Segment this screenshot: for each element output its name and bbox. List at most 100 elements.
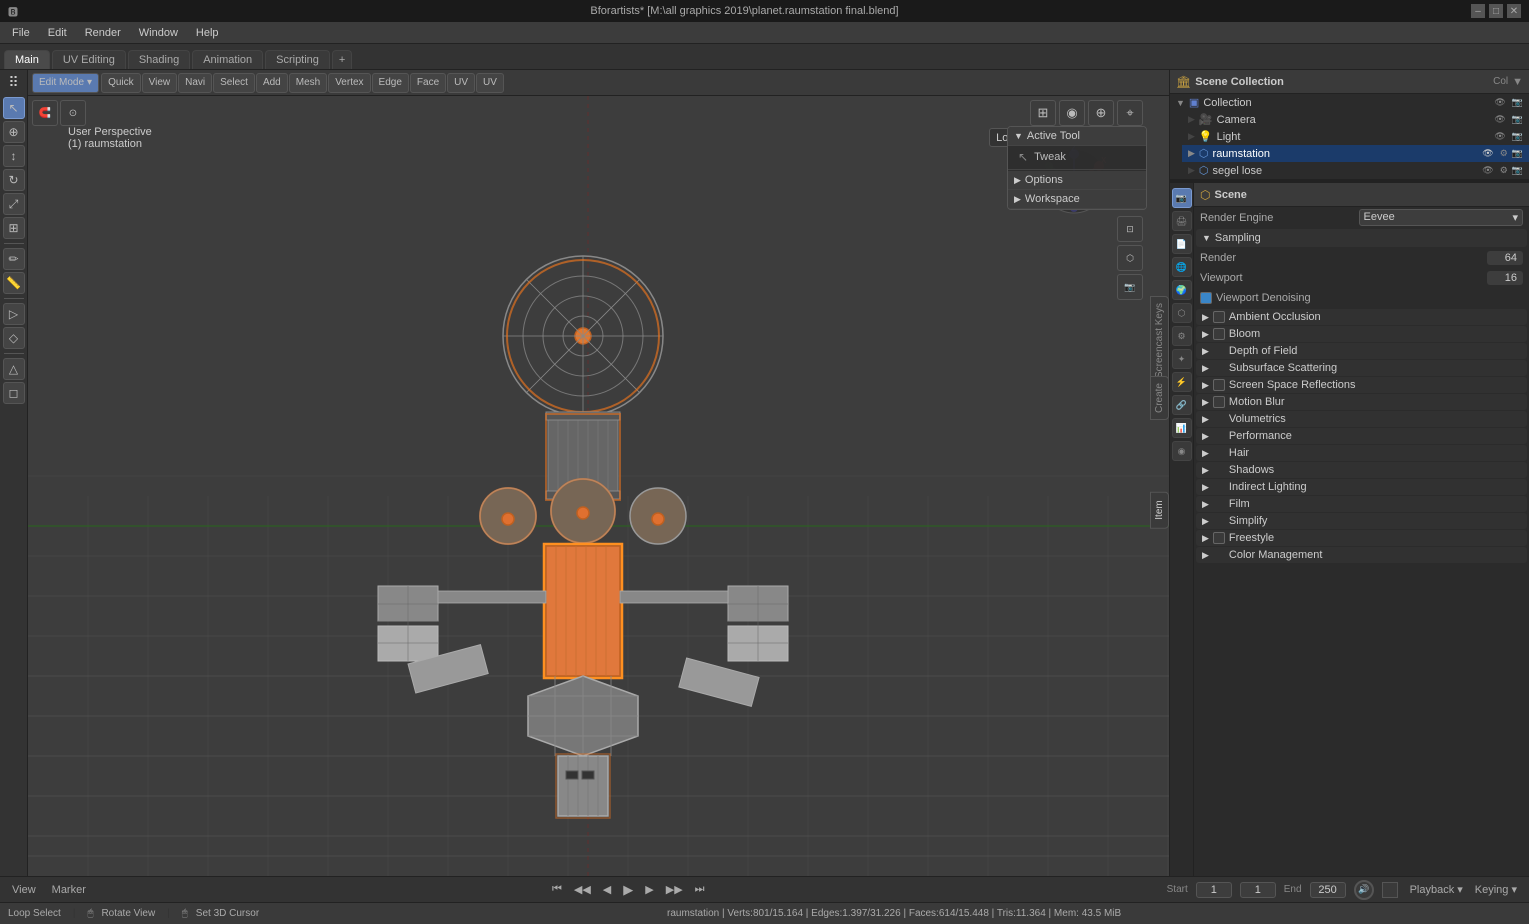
tool-select-box[interactable]: ↖ xyxy=(3,97,25,119)
freestyle-section[interactable]: ▶ Freestyle xyxy=(1196,530,1527,546)
maximize-button[interactable]: □ xyxy=(1489,4,1503,18)
n-panel-active-tool-header[interactable]: ▼ Active Tool xyxy=(1008,127,1146,146)
outliner-collection[interactable]: ▼ ▣ Collection 👁 📷 xyxy=(1170,94,1529,111)
dof-section[interactable]: ▶ Depth of Field xyxy=(1196,343,1527,359)
viewport-sample-value[interactable]: 16 xyxy=(1487,271,1523,285)
render-sample-value[interactable]: 64 xyxy=(1487,251,1523,265)
tool-move[interactable]: ↕ xyxy=(3,145,25,167)
shadows-section[interactable]: ▶ Shadows xyxy=(1196,462,1527,478)
camera-render-icon[interactable]: 📷 xyxy=(1512,114,1523,125)
outliner-raumstation[interactable]: ▶ ⬡ raumstation 👁 ⚙ 📷 xyxy=(1182,145,1529,162)
render-tab-data[interactable]: 📊 xyxy=(1172,418,1192,438)
ssr-section[interactable]: ▶ Screen Space Reflections xyxy=(1196,377,1527,393)
menu-render[interactable]: Render xyxy=(77,25,129,41)
overlay-overlays-btn[interactable]: ⊕ xyxy=(1088,100,1114,126)
keying-dropdown[interactable]: Keying ▾ xyxy=(1471,883,1521,896)
collection-render-icon[interactable]: 📷 xyxy=(1512,97,1523,108)
view-select[interactable]: Add xyxy=(256,73,288,93)
timeline-end-field[interactable]: 250 xyxy=(1310,882,1346,898)
bloom-section[interactable]: ▶ Bloom xyxy=(1196,326,1527,342)
render-tab-constraints[interactable]: 🔗 xyxy=(1172,395,1192,415)
light-render-icon[interactable]: 📷 xyxy=(1512,131,1523,142)
view-face[interactable]: UV xyxy=(447,73,475,93)
view-quick[interactable]: View xyxy=(142,73,178,93)
raumstation-render-icon[interactable]: 📷 xyxy=(1512,148,1523,159)
color-management-section[interactable]: ▶ Color Management xyxy=(1196,547,1527,563)
mb-checkbox[interactable] xyxy=(1213,396,1225,408)
render-tab-material[interactable]: ◉ xyxy=(1172,441,1192,461)
jump-start-btn[interactable]: ⏮ xyxy=(548,883,566,896)
sync-toggle[interactable] xyxy=(1382,882,1398,898)
tool-tweak[interactable]: ▷ xyxy=(3,303,25,325)
outliner-segel-lose[interactable]: ▶ ⬡ segel lose 👁 ⚙ 📷 xyxy=(1182,162,1529,179)
viewport-canvas[interactable]: User Perspective (1) raumstation ⊞ ◉ ⊕ ⌖… xyxy=(28,96,1169,924)
prev-keyframe-btn[interactable]: ◀◀ xyxy=(570,883,595,896)
tool-extrude[interactable]: ◻ xyxy=(3,382,25,404)
tool-annotate[interactable]: ✏ xyxy=(3,248,25,270)
jump-end-btn[interactable]: ⏭ xyxy=(691,883,709,896)
overlay-grid-btn[interactable]: ⊞ xyxy=(1030,100,1056,126)
render-tab-particles[interactable]: ✦ xyxy=(1172,349,1192,369)
item-tab-label[interactable]: Item xyxy=(1150,491,1169,528)
performance-section[interactable]: ▶ Performance xyxy=(1196,428,1527,444)
render-tab-physics[interactable]: ⚡ xyxy=(1172,372,1192,392)
volumetrics-section[interactable]: ▶ Volumetrics xyxy=(1196,411,1527,427)
tab-animation[interactable]: Animation xyxy=(192,50,263,69)
audio-toggle[interactable]: 🔊 xyxy=(1354,880,1374,900)
close-button[interactable]: ✕ xyxy=(1507,4,1521,18)
next-keyframe-btn[interactable]: ▶▶ xyxy=(662,883,687,896)
ao-checkbox[interactable] xyxy=(1213,311,1225,323)
n-panel-options-header[interactable]: ▶ Options xyxy=(1008,171,1146,190)
render-tab-camera[interactable]: 📷 xyxy=(1172,188,1192,208)
tab-main[interactable]: Main xyxy=(4,50,50,69)
outliner-camera[interactable]: ▶ 🎥 Camera 👁 📷 xyxy=(1182,111,1529,128)
segel-render-icon[interactable]: 📷 xyxy=(1512,165,1523,176)
render-engine-dropdown[interactable]: Eevee ▾ xyxy=(1359,209,1524,226)
freestyle-checkbox[interactable] xyxy=(1213,532,1225,544)
view-view[interactable]: Navi xyxy=(178,73,212,93)
n-panel-tweak-item[interactable]: ↖ Tweak xyxy=(1008,146,1146,168)
tool-knife[interactable]: △ xyxy=(3,358,25,380)
timeline-marker-btn[interactable]: Marker xyxy=(48,884,90,896)
ssr-checkbox[interactable] xyxy=(1213,379,1225,391)
render-tab-scene[interactable]: 🌐 xyxy=(1172,257,1192,277)
tab-uv-editing[interactable]: UV Editing xyxy=(52,50,126,69)
simplify-section[interactable]: ▶ Simplify xyxy=(1196,513,1527,529)
tool-loop-cut[interactable]: ◇ xyxy=(3,327,25,349)
drag-handle[interactable]: ⠿ xyxy=(8,74,18,91)
timeline-view-btn[interactable]: View xyxy=(8,884,40,896)
view-btn[interactable]: Quick xyxy=(101,73,141,93)
menu-window[interactable]: Window xyxy=(131,25,186,41)
current-frame-display[interactable]: 1 xyxy=(1240,882,1276,898)
hair-section[interactable]: ▶ Hair xyxy=(1196,445,1527,461)
tab-add[interactable]: + xyxy=(332,50,352,69)
view-ortho-btn[interactable]: ⬡ xyxy=(1117,245,1143,271)
tool-transform[interactable]: ⊞ xyxy=(3,217,25,239)
menu-file[interactable]: File xyxy=(4,25,38,41)
sampling-section-header[interactable]: ▼ Sampling xyxy=(1196,229,1527,247)
raumstation-eye-icon[interactable]: 👁 xyxy=(1482,148,1493,159)
snap-toggle[interactable]: 🧲 xyxy=(32,100,58,126)
view-uv[interactable]: UV xyxy=(476,73,504,93)
outliner-dropdown-icon[interactable]: ▼ xyxy=(1512,76,1523,88)
tab-shading[interactable]: Shading xyxy=(128,50,190,69)
indirect-lighting-section[interactable]: ▶ Indirect Lighting xyxy=(1196,479,1527,495)
tool-rotate[interactable]: ↻ xyxy=(3,169,25,191)
sss-section[interactable]: ▶ Subsurface Scattering xyxy=(1196,360,1527,376)
film-section[interactable]: ▶ Film xyxy=(1196,496,1527,512)
create-tab[interactable]: Create xyxy=(1150,376,1169,420)
view-navi[interactable]: Select xyxy=(213,73,255,93)
tab-scripting[interactable]: Scripting xyxy=(265,50,330,69)
bloom-checkbox[interactable] xyxy=(1213,328,1225,340)
tool-cursor[interactable]: ⊕ xyxy=(3,121,25,143)
camera-eye-icon[interactable]: 👁 xyxy=(1494,114,1505,125)
collection-eye-icon[interactable]: 👁 xyxy=(1494,97,1505,108)
light-eye-icon[interactable]: 👁 xyxy=(1494,131,1505,142)
denoising-checkbox[interactable] xyxy=(1200,292,1212,304)
playback-dropdown[interactable]: Playback ▾ xyxy=(1406,883,1467,896)
n-panel-workspace-header[interactable]: ▶ Workspace xyxy=(1008,190,1146,209)
view-vertex[interactable]: Edge xyxy=(372,73,409,93)
render-tab-modifier[interactable]: ⚙ xyxy=(1172,326,1192,346)
render-tab-view[interactable]: 📄 xyxy=(1172,234,1192,254)
segel-eye-icon[interactable]: 👁 xyxy=(1482,165,1493,176)
